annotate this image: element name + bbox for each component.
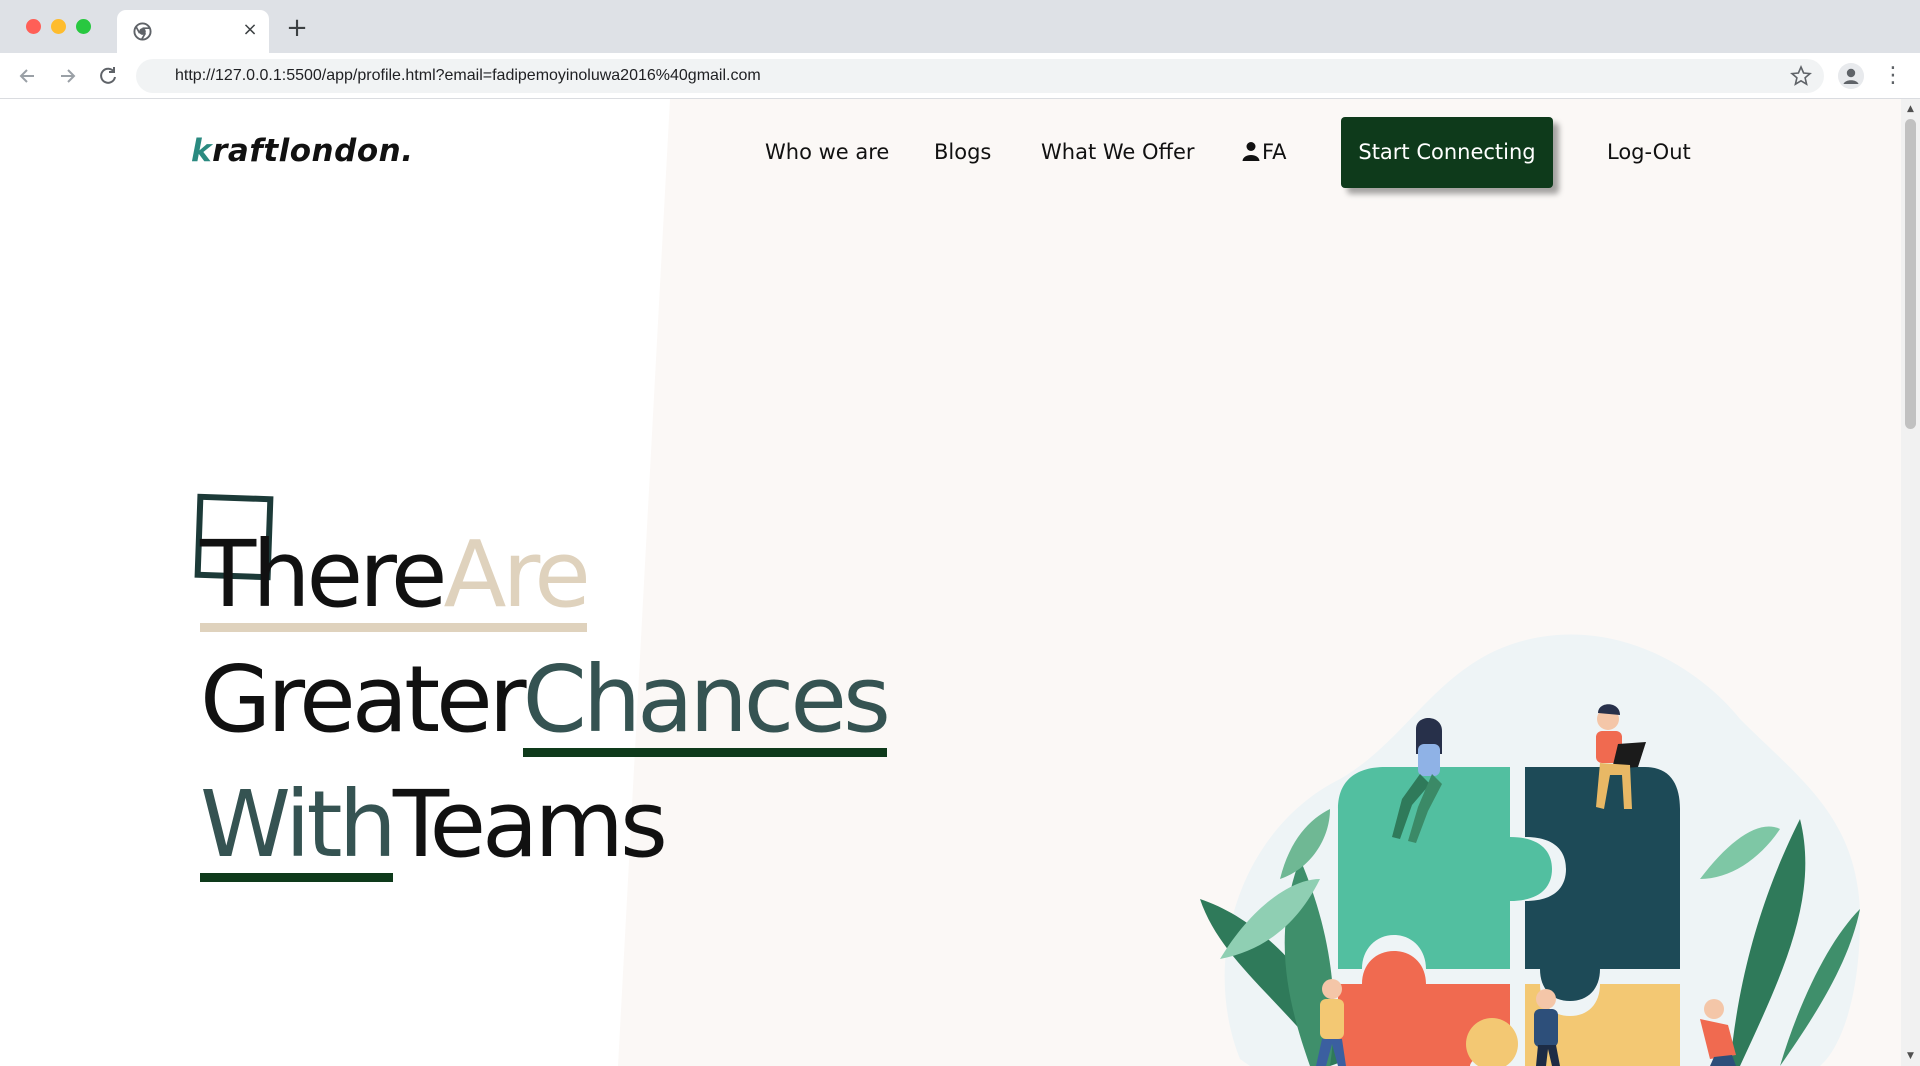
scroll-down-icon[interactable]: ▼ [1905, 1050, 1916, 1062]
browser-toolbar: http://127.0.0.1:5500/app/profile.html?e… [0, 53, 1920, 99]
hero-word-chances: Chances [522, 654, 891, 757]
page-viewport: kraftlondon. Who we are Blogs What We Of… [0, 99, 1901, 1066]
minimize-window-button[interactable] [51, 19, 66, 34]
chrome-icon [133, 22, 152, 41]
teamwork-puzzle-illustration [1200, 634, 1860, 1066]
scroll-up-icon[interactable]: ▲ [1905, 103, 1916, 115]
maximize-window-button[interactable] [76, 19, 91, 34]
hero-line-1: ThereAre [200, 529, 591, 632]
star-icon[interactable] [1790, 63, 1812, 89]
url-text[interactable]: http://127.0.0.1:5500/app/profile.html?e… [175, 67, 761, 85]
nav-user-profile[interactable]: FA [1242, 140, 1287, 164]
logout-link[interactable]: Log-Out [1607, 140, 1691, 164]
user-initials: FA [1262, 140, 1287, 164]
address-bar[interactable]: http://127.0.0.1:5500/app/profile.html?e… [136, 59, 1824, 93]
hero-word-teams: Teams [392, 771, 668, 878]
scrollbar-thumb[interactable] [1905, 119, 1916, 429]
nav-link-what-we-offer[interactable]: What We Offer [1041, 140, 1195, 164]
new-tab-button[interactable]: + [284, 15, 310, 42]
hero-word-there: There [200, 529, 448, 632]
nav-link-blogs[interactable]: Blogs [934, 140, 991, 164]
brand-logo[interactable]: kraftlondon. [191, 133, 413, 169]
close-tab-button[interactable]: × [239, 19, 261, 41]
nav-link-who-we-are[interactable]: Who we are [765, 140, 889, 164]
user-icon [1242, 142, 1260, 161]
profile-icon[interactable] [1838, 63, 1864, 89]
browser-tab[interactable]: × [117, 10, 269, 53]
hero-line-2: GreaterChances [200, 646, 891, 757]
hero-line-3: WithTeams [200, 771, 668, 882]
back-arrow-icon[interactable] [14, 62, 42, 90]
browser-tab-strip: × + [0, 0, 1920, 53]
forward-arrow-icon[interactable] [53, 62, 81, 90]
hero-word-greater: Greater [200, 646, 527, 753]
close-window-button[interactable] [26, 19, 41, 34]
logo-text: raftlondon. [212, 133, 414, 169]
reload-icon[interactable] [94, 62, 122, 90]
menu-dots-icon[interactable]: ⋮ [1882, 61, 1904, 91]
start-connecting-button[interactable]: Start Connecting [1341, 117, 1553, 188]
hero-word-with: With [200, 779, 397, 882]
page-scrollbar[interactable]: ▲ ▼ [1901, 99, 1920, 1066]
hero-word-are: Are [443, 529, 591, 632]
